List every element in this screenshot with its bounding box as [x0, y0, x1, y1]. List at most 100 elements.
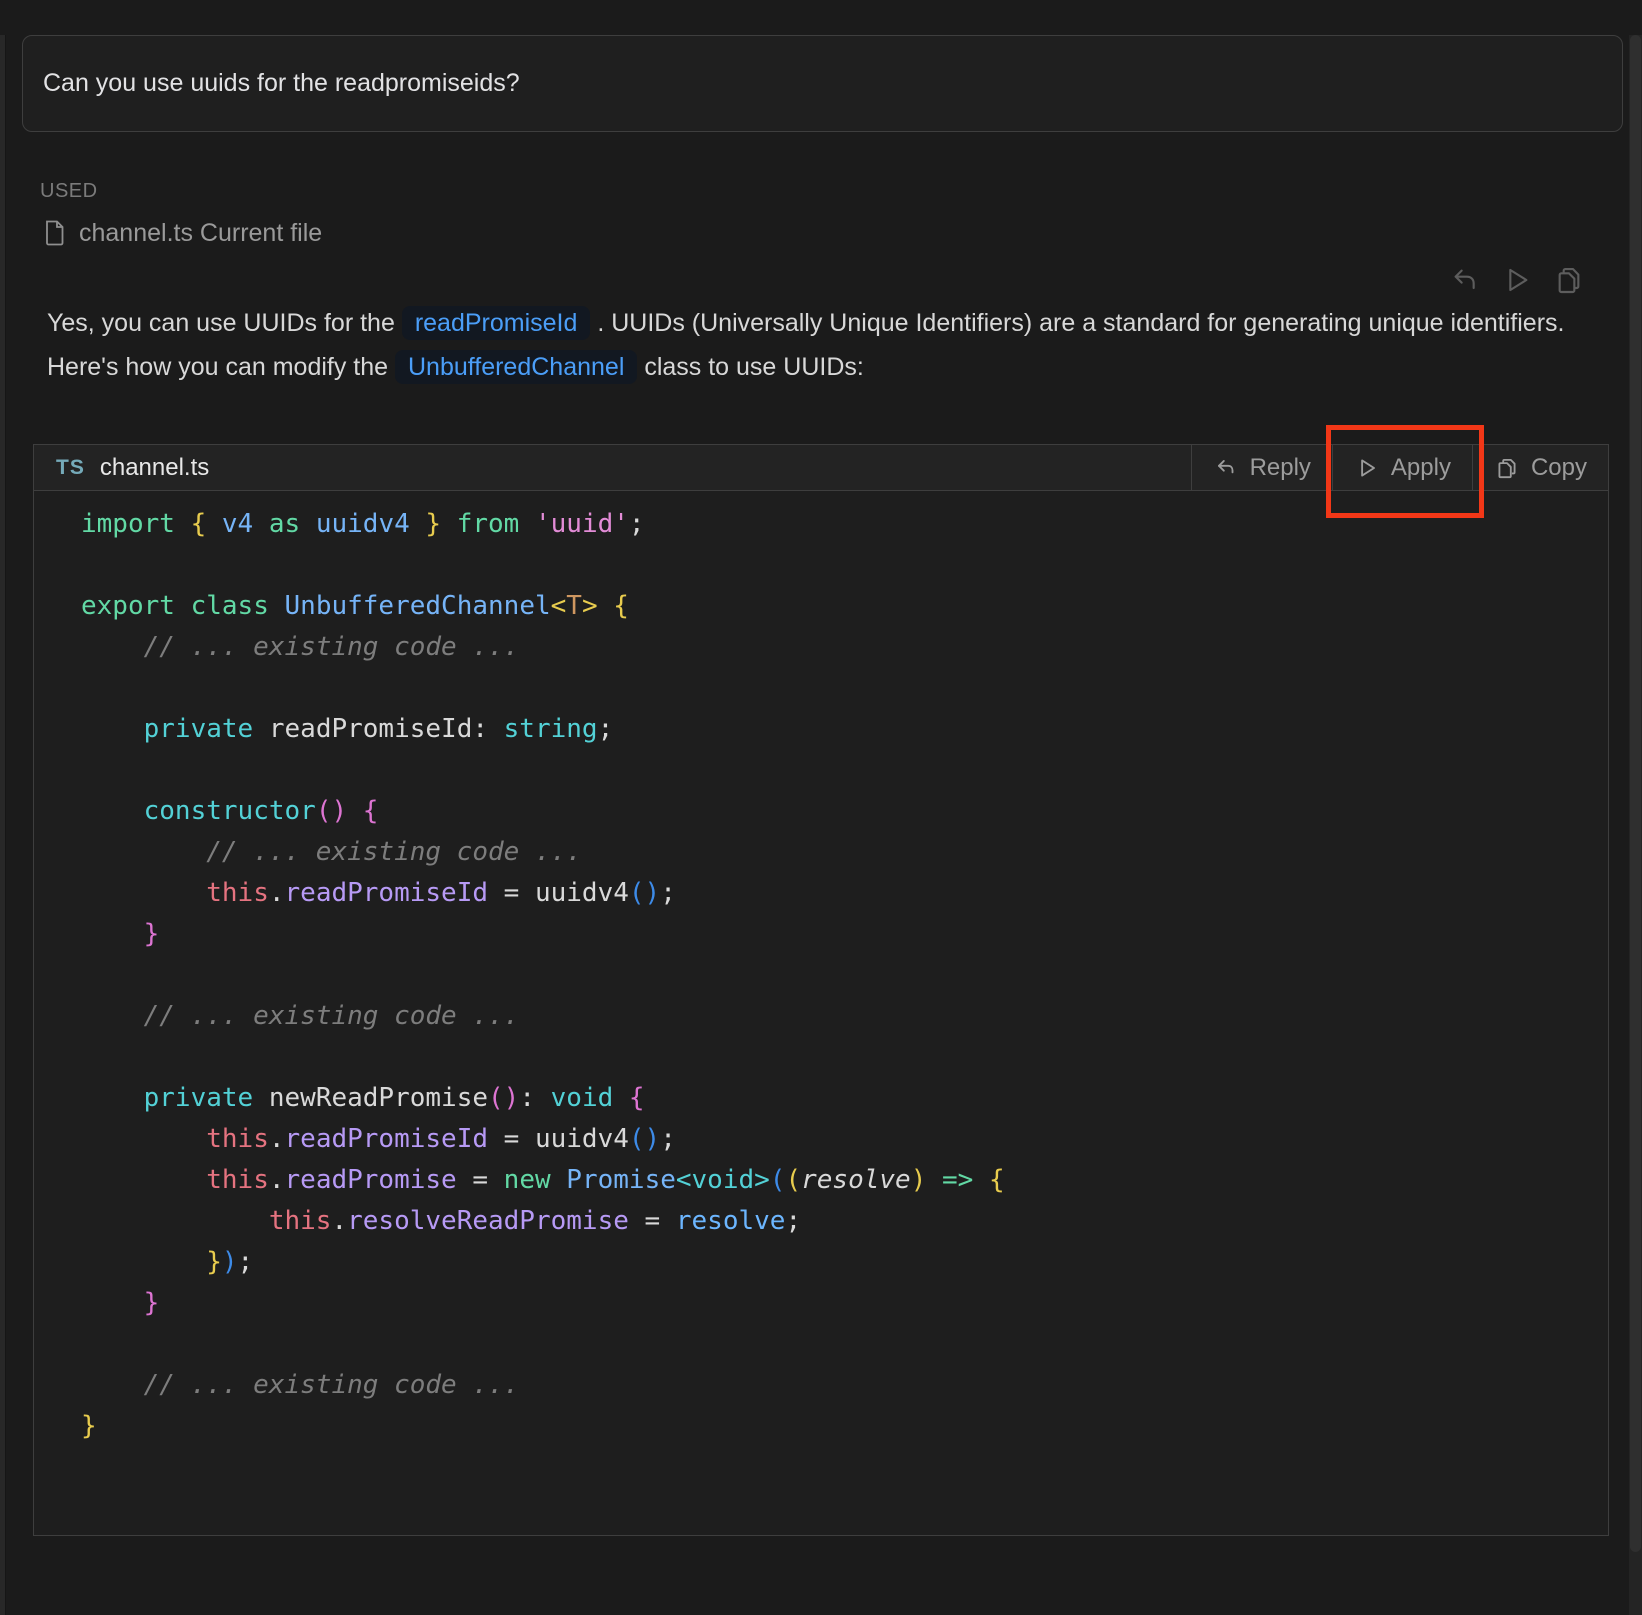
code-line: this.readPromiseId = uuidv4(); — [34, 873, 1608, 914]
code-token: . — [269, 1165, 285, 1195]
code-line: } — [34, 914, 1608, 955]
code-token: ) — [911, 1165, 927, 1195]
code-line: }); — [34, 1242, 1608, 1283]
code-token: ; — [660, 878, 676, 908]
code-token: readPromiseId — [285, 1124, 489, 1154]
code-token — [81, 714, 144, 744]
code-token: uuidv4 — [316, 509, 410, 539]
code-token — [175, 591, 191, 621]
code-block-header: TS channel.ts Reply Apply — [34, 445, 1608, 491]
play-icon[interactable] — [1501, 264, 1533, 296]
code-token: private — [144, 714, 254, 744]
code-token: { — [613, 591, 629, 621]
copy-button[interactable]: Copy — [1472, 445, 1608, 490]
code-line: // ... existing code ... — [34, 627, 1608, 668]
reply-arrow-icon — [1213, 455, 1239, 481]
reply-button-label: Reply — [1250, 454, 1311, 482]
code-token: void — [551, 1083, 614, 1113]
assistant-answer-text: Yes, you can use UUIDs for the readPromi… — [47, 301, 1567, 389]
code-line — [34, 955, 1608, 996]
context-file-name: channel.ts — [79, 219, 193, 247]
code-token: resolveReadPromise — [347, 1206, 629, 1236]
code-token — [410, 509, 426, 539]
user-message: Can you use uuids for the readpromiseids… — [22, 35, 1623, 132]
code-token: from — [457, 509, 520, 539]
code-token: () — [488, 1083, 519, 1113]
code-token: resolve — [676, 1206, 786, 1236]
code-token — [206, 509, 222, 539]
code-token: import — [81, 509, 175, 539]
code-token: ; — [238, 1247, 254, 1277]
scrollbar[interactable] — [1629, 35, 1642, 1615]
code-token: readPromiseId — [285, 878, 489, 908]
code-token — [613, 1083, 629, 1113]
code-token: > — [582, 591, 598, 621]
code-token: ( — [785, 1165, 801, 1195]
code-line — [34, 750, 1608, 791]
code-token — [81, 1083, 144, 1113]
code-token — [81, 1247, 206, 1277]
panel-left-edge — [0, 35, 6, 1615]
play-icon — [1354, 455, 1380, 481]
context-file-label: channel.ts Current file — [79, 219, 322, 248]
code-line — [34, 1324, 1608, 1365]
code-block-title-area: TS channel.ts — [34, 445, 1191, 490]
code-block-buttons: Reply Apply Copy — [1191, 445, 1608, 490]
code-token: ( — [770, 1165, 786, 1195]
code-line: private readPromiseId: string; — [34, 709, 1608, 750]
code-token — [81, 1165, 206, 1195]
reply-button[interactable]: Reply — [1191, 445, 1332, 490]
code-token: constructor — [144, 796, 316, 826]
code-token: // ... existing code ... — [81, 837, 582, 867]
code-token — [300, 509, 316, 539]
file-icon — [44, 220, 65, 246]
code-line: // ... existing code ... — [34, 996, 1608, 1037]
code-token: () — [629, 878, 660, 908]
scrollbar-thumb[interactable] — [1630, 35, 1641, 1552]
used-label: USED — [40, 180, 1642, 202]
code-token: v4 — [222, 509, 253, 539]
code-token — [175, 509, 191, 539]
code-token: readPromiseId: — [253, 714, 503, 744]
code-token: ; — [785, 1206, 801, 1236]
code-token: as — [269, 509, 300, 539]
message-actions — [0, 263, 1642, 297]
code-token: this — [206, 878, 269, 908]
code-token — [253, 509, 269, 539]
code-line: this.resolveReadPromise = resolve; — [34, 1201, 1608, 1242]
answer-text-segment: Yes, you can use UUIDs for the — [47, 309, 402, 337]
code-token — [81, 878, 206, 908]
code-line: } — [34, 1406, 1608, 1447]
code-line: constructor() { — [34, 791, 1608, 832]
code-token — [441, 509, 457, 539]
code-token — [598, 591, 614, 621]
code-content: import { v4 as uuidv4 } from 'uuid';expo… — [34, 491, 1608, 1535]
code-token: string — [504, 714, 598, 744]
code-token — [519, 509, 535, 539]
code-token — [269, 591, 285, 621]
inline-code-chip: UnbufferedChannel — [395, 350, 637, 384]
code-line: private newReadPromise(): void { — [34, 1078, 1608, 1119]
reply-arrow-icon[interactable] — [1449, 264, 1481, 296]
code-token: private — [144, 1083, 254, 1113]
code-token: { — [191, 509, 207, 539]
typescript-badge: TS — [56, 456, 85, 480]
code-token: class — [191, 591, 269, 621]
context-file-hint: Current file — [200, 219, 322, 247]
copy-icon[interactable] — [1553, 264, 1585, 296]
copy-icon — [1494, 455, 1520, 481]
code-token: . — [269, 878, 285, 908]
code-token — [347, 796, 363, 826]
code-token: newReadPromise — [253, 1083, 488, 1113]
code-token — [81, 1288, 144, 1318]
code-token: <void> — [676, 1165, 770, 1195]
code-token: { — [363, 796, 379, 826]
code-token: ; — [598, 714, 614, 744]
apply-button[interactable]: Apply — [1332, 445, 1472, 490]
code-token: ; — [660, 1124, 676, 1154]
code-line: this.readPromise = new Promise<void>((re… — [34, 1160, 1608, 1201]
code-token: UnbufferedChannel — [285, 591, 551, 621]
code-line: export class UnbufferedChannel<T> { — [34, 586, 1608, 627]
context-file-item[interactable]: channel.ts Current file — [44, 218, 1642, 248]
code-token: { — [989, 1165, 1005, 1195]
